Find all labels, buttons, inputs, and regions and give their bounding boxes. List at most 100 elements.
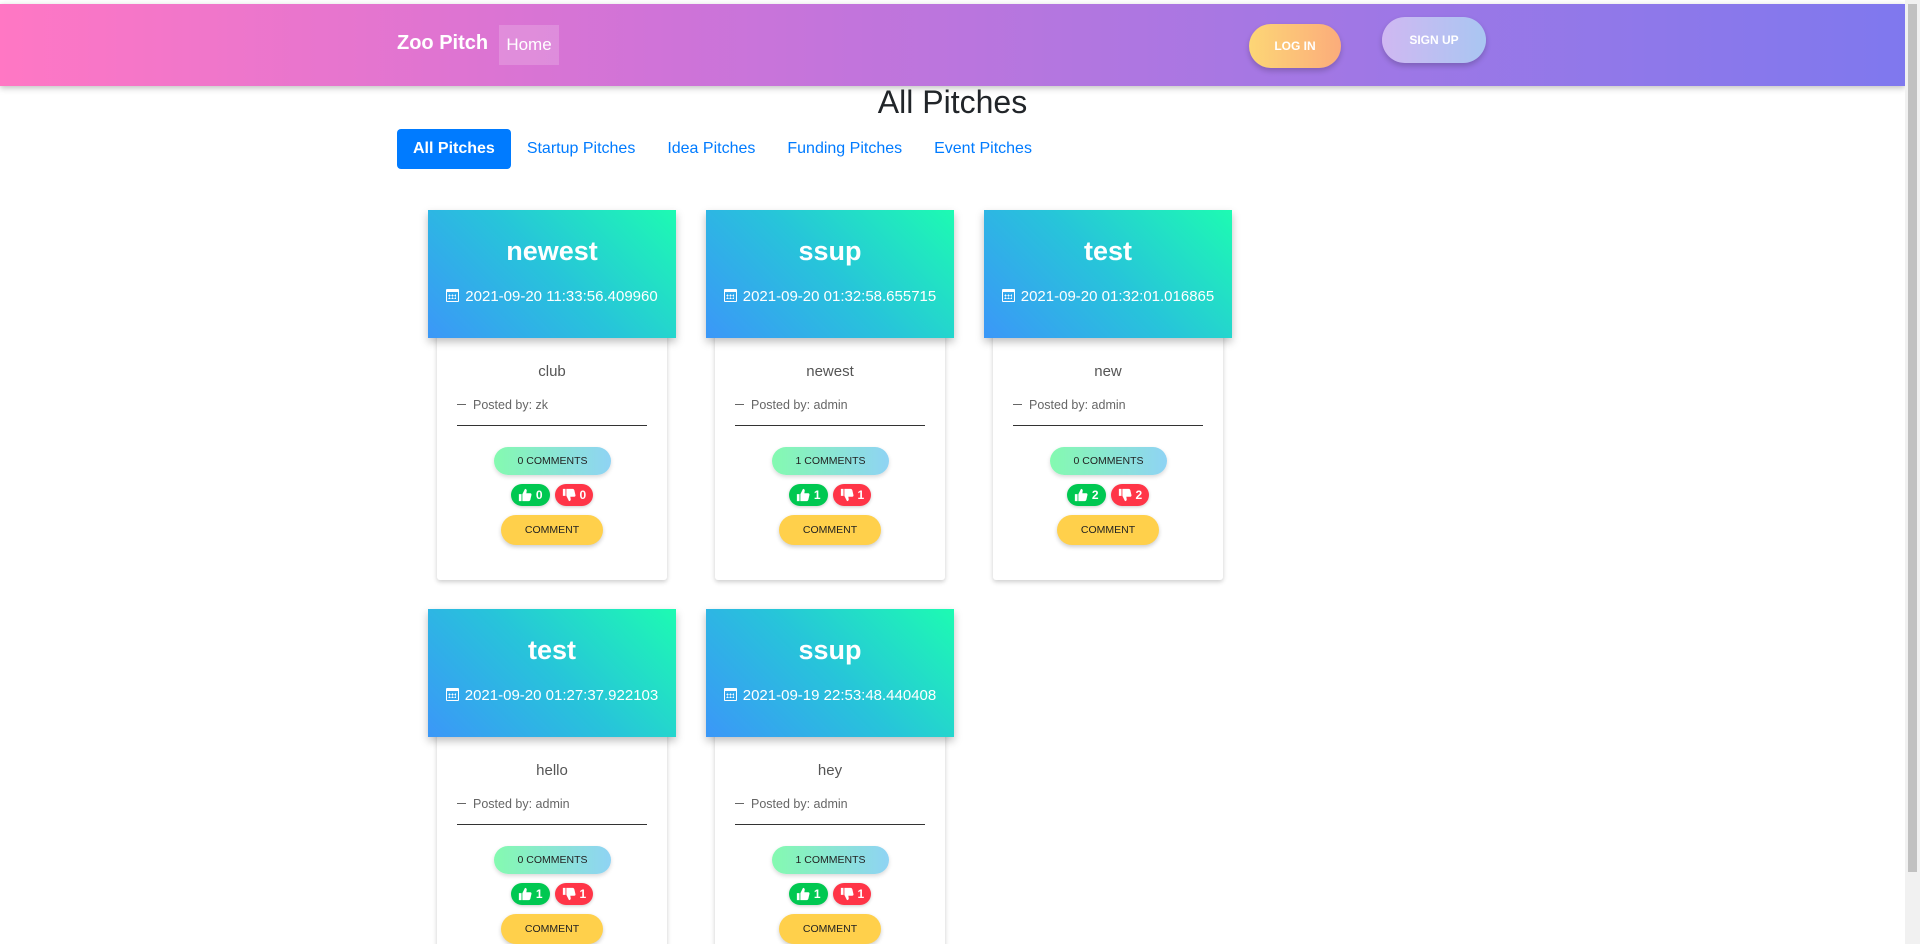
pitch-title: ssup — [798, 236, 862, 266]
nav-home-link[interactable]: Home — [499, 25, 559, 65]
comment-button[interactable]: COMMENT — [779, 914, 881, 944]
tab-idea-pitches[interactable]: Idea Pitches — [651, 129, 771, 169]
dash-icon — [1013, 404, 1022, 405]
thumbs-down-icon — [562, 887, 576, 901]
pitch-date: 2021-09-20 01:27:37.922103 — [428, 687, 676, 704]
vote-group: 0 0 — [437, 484, 667, 506]
pitch-author: Posted by: admin — [457, 797, 570, 811]
pitch-description: new — [1094, 363, 1122, 380]
upvote-button[interactable]: 1 — [788, 883, 828, 905]
card-body: newest Posted by: admin 1 COMMENTS 1 1 C… — [715, 325, 945, 580]
upvote-count: 1 — [813, 488, 821, 502]
pitch-author-text: Posted by: admin — [751, 398, 848, 412]
pitch-author-text: Posted by: admin — [473, 797, 570, 811]
upvote-button[interactable]: 1 — [510, 883, 550, 905]
navbar: Zoo Pitch Home LOG IN SIGN UP — [0, 4, 1905, 86]
upvote-button[interactable]: 0 — [510, 484, 550, 506]
comment-button[interactable]: COMMENT — [779, 515, 881, 545]
card-divider — [1013, 425, 1203, 426]
downvote-button[interactable]: 2 — [1110, 484, 1150, 506]
tab-all-pitches[interactable]: All Pitches — [397, 129, 511, 169]
downvote-count: 0 — [579, 488, 587, 502]
card-header: ssup 2021-09-19 22:53:48.440408 — [706, 609, 954, 737]
upvote-button[interactable]: 2 — [1066, 484, 1106, 506]
upvote-count: 2 — [1091, 488, 1099, 502]
pitch-author-text: Posted by: zk — [473, 398, 549, 412]
pitch-date: 2021-09-20 01:32:01.016865 — [984, 288, 1232, 305]
pitch-author-text: Posted by: admin — [1029, 398, 1126, 412]
thumbs-up-icon — [796, 887, 810, 901]
dash-icon — [735, 404, 744, 405]
comments-count-button[interactable]: 1 COMMENTS — [772, 846, 889, 874]
downvote-count: 1 — [857, 488, 865, 502]
card-divider — [735, 425, 925, 426]
comments-count-button[interactable]: 0 COMMENTS — [494, 447, 611, 475]
downvote-button[interactable]: 1 — [832, 484, 872, 506]
calendar-icon — [723, 289, 737, 302]
tab-event-pitches[interactable]: Event Pitches — [918, 129, 1048, 169]
card-body: hey Posted by: admin 1 COMMENTS 1 1 COMM… — [715, 724, 945, 944]
card-header: test 2021-09-20 01:27:37.922103 — [428, 609, 676, 737]
card-header: newest 2021-09-20 11:33:56.409960 — [428, 210, 676, 338]
downvote-button[interactable]: 1 — [832, 883, 872, 905]
upvote-count: 1 — [813, 887, 821, 901]
pitch-title: test — [527, 635, 576, 665]
login-button[interactable]: LOG IN — [1249, 24, 1341, 68]
scrollbar-thumb[interactable] — [1908, 4, 1917, 872]
card-divider — [735, 824, 925, 825]
pitch-author: Posted by: admin — [735, 797, 848, 811]
pitch-date: 2021-09-20 11:33:56.409960 — [428, 288, 676, 305]
card-header: test 2021-09-20 01:32:01.016865 — [984, 210, 1232, 338]
comment-button[interactable]: COMMENT — [501, 515, 603, 545]
upvote-count: 0 — [535, 488, 543, 502]
pitch-author-text: Posted by: admin — [751, 797, 848, 811]
vote-group: 1 1 — [437, 883, 667, 905]
thumbs-up-icon — [518, 488, 532, 502]
comment-button[interactable]: COMMENT — [501, 914, 603, 944]
pitch-title: test — [1083, 236, 1132, 266]
downvote-count: 1 — [579, 887, 587, 901]
pitch-date-text: 2021-09-19 22:53:48.440408 — [742, 687, 937, 704]
dash-icon — [457, 404, 466, 405]
thumbs-down-icon — [562, 488, 576, 502]
pitch-title: newest — [506, 236, 598, 266]
page: Zoo Pitch Home LOG IN SIGN UP All Pitche… — [0, 0, 1920, 944]
vote-group: 2 2 — [993, 484, 1223, 506]
card-header: ssup 2021-09-20 01:32:58.655715 — [706, 210, 954, 338]
pitch-date-text: 2021-09-20 01:27:37.922103 — [464, 687, 659, 704]
comments-count-button[interactable]: 0 COMMENTS — [494, 846, 611, 874]
pitch-author: Posted by: zk — [457, 398, 548, 412]
downvote-count: 1 — [857, 887, 865, 901]
tab-startup-pitches[interactable]: Startup Pitches — [511, 129, 652, 169]
dash-icon — [457, 803, 466, 804]
downvote-button[interactable]: 1 — [554, 883, 594, 905]
comments-count-button[interactable]: 1 COMMENTS — [772, 447, 889, 475]
card-divider — [457, 425, 647, 426]
pitch-author: Posted by: admin — [735, 398, 848, 412]
thumbs-down-icon — [840, 488, 854, 502]
signup-button[interactable]: SIGN UP — [1382, 17, 1486, 63]
comments-count-button[interactable]: 0 COMMENTS — [1050, 447, 1167, 475]
pitch-title: ssup — [798, 635, 862, 665]
comment-button[interactable]: COMMENT — [1057, 515, 1159, 545]
pitch-date: 2021-09-19 22:53:48.440408 — [706, 687, 954, 704]
pitch-description: newest — [806, 363, 854, 380]
calendar-icon — [445, 688, 459, 701]
pitch-author: Posted by: admin — [1013, 398, 1126, 412]
brand-link[interactable]: Zoo Pitch — [397, 32, 488, 55]
thumbs-up-icon — [518, 887, 532, 901]
card-divider — [457, 824, 647, 825]
upvote-button[interactable]: 1 — [788, 484, 828, 506]
calendar-icon — [723, 688, 737, 701]
page-title: All Pitches — [877, 84, 1028, 120]
calendar-icon — [1001, 289, 1015, 302]
pitch-date-text: 2021-09-20 01:32:01.016865 — [1020, 288, 1215, 305]
pitch-date: 2021-09-20 01:32:58.655715 — [706, 288, 954, 305]
thumbs-up-icon — [796, 488, 810, 502]
vote-group: 1 1 — [715, 883, 945, 905]
pitch-date-text: 2021-09-20 11:33:56.409960 — [465, 288, 658, 305]
tab-funding-pitches[interactable]: Funding Pitches — [771, 129, 918, 169]
card-body: new Posted by: admin 0 COMMENTS 2 2 COMM… — [993, 325, 1223, 580]
upvote-count: 1 — [535, 887, 543, 901]
downvote-button[interactable]: 0 — [554, 484, 594, 506]
